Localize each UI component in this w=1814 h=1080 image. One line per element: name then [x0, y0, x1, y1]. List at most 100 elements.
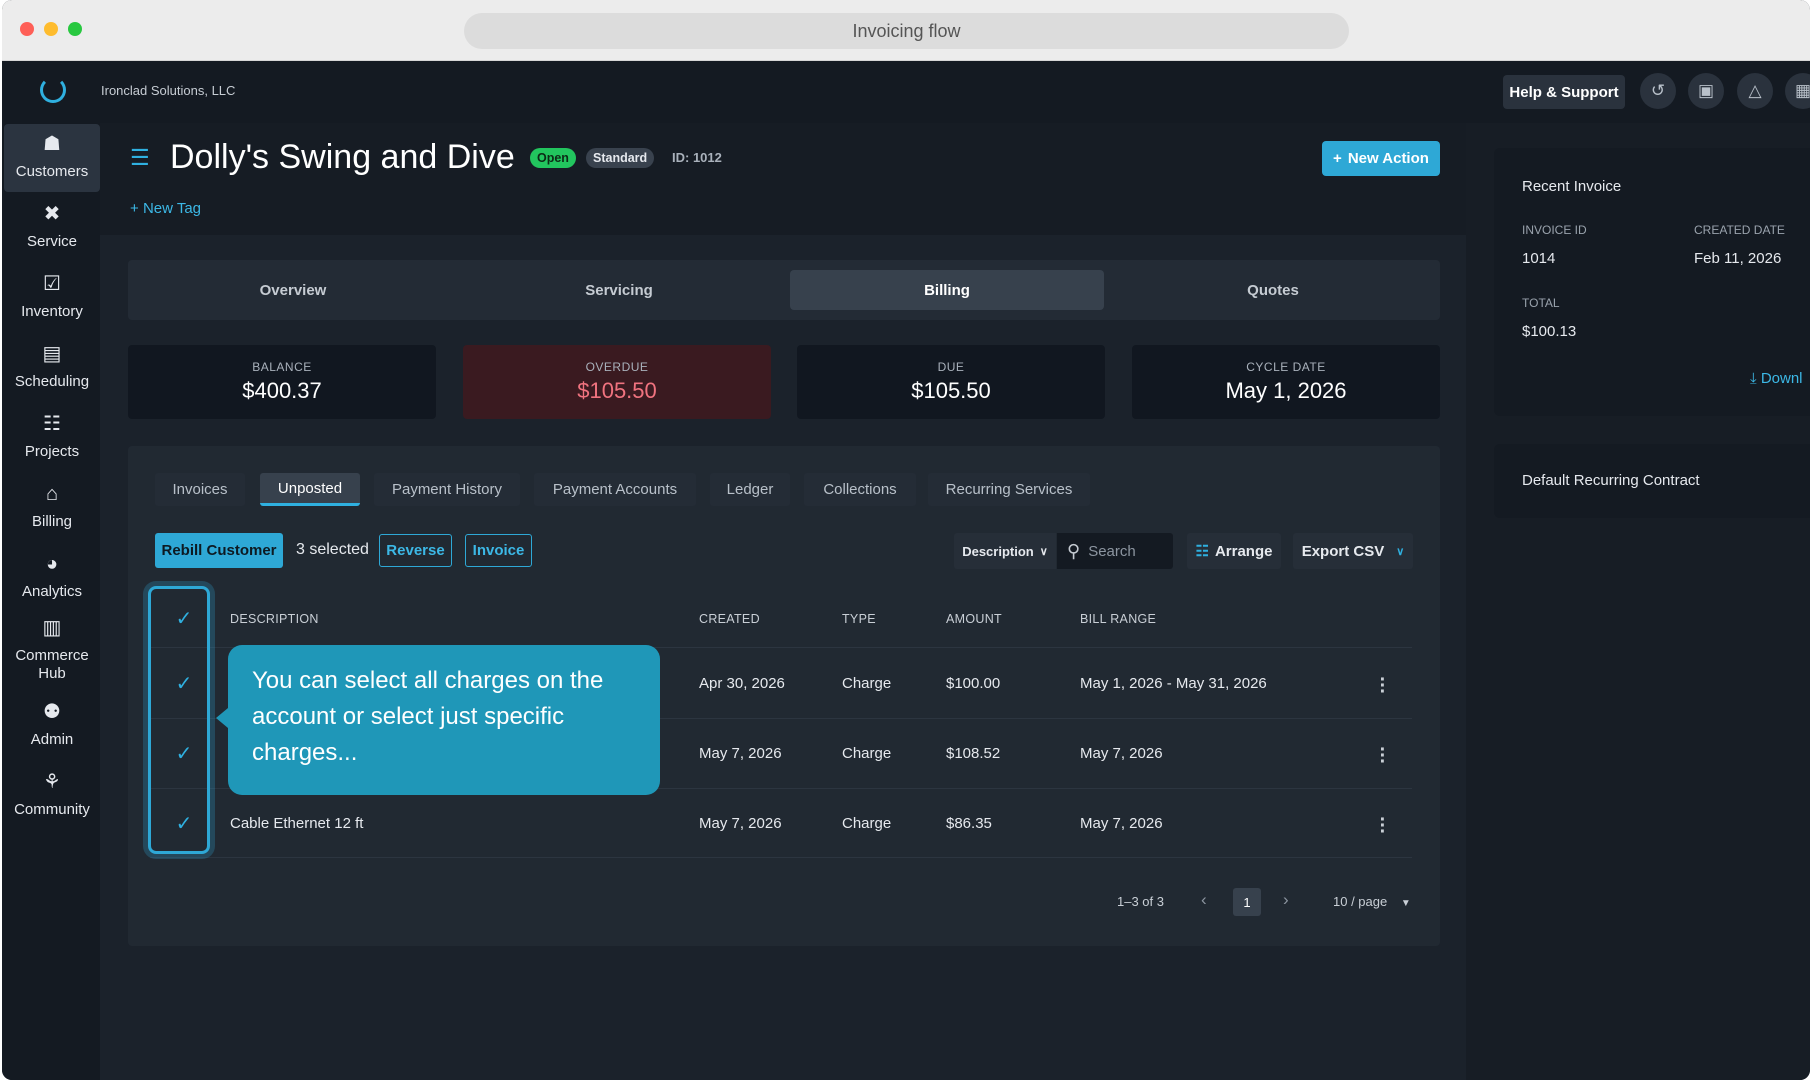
- column-header-bill-range[interactable]: BILL RANGE: [1080, 612, 1156, 626]
- total-label: TOTAL: [1522, 296, 1560, 310]
- subtab-invoices[interactable]: Invoices: [155, 473, 245, 506]
- clipboard-icon: ☑: [43, 273, 61, 295]
- sidebar-item-service[interactable]: ✖ Service: [4, 194, 100, 262]
- row-amount: $86.35: [946, 815, 992, 832]
- hierarchy-icon: ☷: [43, 413, 61, 435]
- tooltip-arrow: [216, 708, 228, 728]
- address-bar[interactable]: Invoicing flow: [464, 13, 1349, 49]
- balance-stat: BALANCE $400.37: [128, 345, 436, 419]
- row-amount: $108.52: [946, 745, 1001, 762]
- row-description: Cable Ethernet 12 ft: [230, 815, 364, 832]
- created-date-value: Feb 11, 2026: [1694, 250, 1782, 267]
- sidebar-item-label: Analytics: [21, 583, 83, 600]
- row-menu-icon[interactable]: · · ·: [1378, 810, 1388, 842]
- row-type: Charge: [842, 815, 892, 832]
- sidebar-item-projects[interactable]: ☷ Projects: [4, 404, 100, 472]
- sidebar-item-analytics[interactable]: ◕ Analytics: [4, 544, 100, 612]
- sidebar-item-label: Scheduling: [14, 373, 90, 390]
- sidebar-item-scheduling[interactable]: ▤ Scheduling: [4, 334, 100, 402]
- sidebar-item-inventory[interactable]: ☑ Inventory: [4, 264, 100, 332]
- app-topbar: Ironclad Solutions, LLC Help & Support: [2, 61, 1810, 123]
- row-type: Charge: [842, 745, 892, 762]
- subtab-recurring-services[interactable]: Recurring Services: [928, 473, 1090, 506]
- prev-page-icon[interactable]: ‹: [1201, 890, 1207, 910]
- arrange-button[interactable]: ☷ Arrange: [1187, 533, 1281, 569]
- select-all-checkbox[interactable]: ✓: [172, 606, 196, 630]
- calendar-icon: ▤: [42, 343, 62, 365]
- tab-quotes[interactable]: Quotes: [1110, 270, 1436, 310]
- row-checkbox[interactable]: ✓: [172, 741, 196, 765]
- close-window-button[interactable]: [20, 22, 34, 36]
- new-tag-button[interactable]: + New Tag: [130, 200, 201, 217]
- tab-servicing[interactable]: Servicing: [458, 270, 780, 310]
- store-icon: ▥: [42, 617, 62, 639]
- tab-billing[interactable]: Billing: [790, 270, 1104, 310]
- customers-icon: ☗: [43, 133, 61, 155]
- sidebar-item-commerce-hub[interactable]: ▥ Commerce Hub: [4, 612, 100, 690]
- calendar-icon[interactable]: ▣: [1688, 73, 1724, 109]
- app-window: Invoicing flow Ironclad Solutions, LLC H…: [2, 0, 1810, 1080]
- help-support-button[interactable]: Help & Support: [1503, 75, 1625, 109]
- walkthrough-tooltip: You can select all charges on the accoun…: [228, 645, 660, 795]
- cycle-date-stat: CYCLE DATE May 1, 2026: [1132, 345, 1440, 419]
- subtab-payment-history[interactable]: Payment History: [374, 473, 520, 506]
- app-logo-icon[interactable]: [40, 77, 66, 103]
- subtab-payment-accounts[interactable]: Payment Accounts: [534, 473, 696, 506]
- subtab-unposted[interactable]: Unposted: [260, 473, 360, 506]
- selected-count: 3 selected: [296, 541, 369, 558]
- sidebar-item-label: Inventory: [21, 303, 83, 320]
- sidebar-item-billing[interactable]: ⌂ Billing: [4, 474, 100, 542]
- row-bill-range: May 1, 2026 - May 31, 2026: [1080, 675, 1267, 692]
- next-page-icon[interactable]: ›: [1283, 890, 1289, 910]
- row-checkbox[interactable]: ✓: [172, 811, 196, 835]
- history-icon[interactable]: ↺: [1640, 73, 1676, 109]
- tab-overview[interactable]: Overview: [132, 270, 454, 310]
- maximize-window-button[interactable]: [68, 22, 82, 36]
- row-created: May 7, 2026: [699, 815, 782, 832]
- row-checkbox[interactable]: ✓: [172, 671, 196, 695]
- sidebar-item-label: Community: [14, 801, 90, 818]
- column-header-type[interactable]: TYPE: [842, 612, 876, 626]
- row-menu-icon[interactable]: · · ·: [1378, 740, 1388, 772]
- sidebar-item-customers[interactable]: ☗ Customers: [4, 124, 100, 192]
- sidebar-item-community[interactable]: ⚘ Community: [4, 762, 100, 830]
- rebill-customer-button[interactable]: Rebill Customer: [155, 533, 283, 568]
- table-divider: [150, 857, 1412, 858]
- bank-icon: ⌂: [45, 483, 59, 505]
- minimize-window-button[interactable]: [44, 22, 58, 36]
- sidebar-item-label: Commerce Hub: [15, 647, 89, 682]
- row-menu-icon[interactable]: · · ·: [1378, 670, 1388, 702]
- row-type: Charge: [842, 675, 892, 692]
- chevron-down-icon: ∨: [1396, 545, 1405, 558]
- reverse-button[interactable]: Reverse: [379, 534, 452, 567]
- search-input[interactable]: ⚲ Search: [1057, 533, 1173, 569]
- status-badge: Open: [530, 148, 576, 168]
- subtab-collections[interactable]: Collections: [804, 473, 916, 506]
- new-action-button[interactable]: + New Action: [1322, 141, 1440, 176]
- invoice-button[interactable]: Invoice: [465, 534, 532, 567]
- row-bill-range: May 7, 2026: [1080, 745, 1163, 762]
- tier-badge: Standard: [586, 148, 655, 168]
- admin-icon: ⚉: [43, 701, 61, 723]
- download-link[interactable]: ⤓ Downl: [1750, 370, 1810, 387]
- customer-name: Dolly's Swing and Dive: [170, 138, 515, 176]
- sidebar-item-admin[interactable]: ⚉ Admin: [4, 692, 100, 760]
- export-csv-button[interactable]: Export CSV ∨: [1293, 533, 1413, 569]
- sidebar-item-label: Customers: [15, 163, 89, 180]
- chevron-down-icon: ∨: [1039, 545, 1048, 558]
- column-header-description[interactable]: DESCRIPTION: [230, 612, 319, 626]
- invoice-id-value[interactable]: 1014: [1522, 250, 1555, 267]
- customer-id: ID: 1012: [672, 150, 722, 165]
- page-size-select[interactable]: 10 / page ▼: [1333, 894, 1411, 909]
- column-header-amount[interactable]: AMOUNT: [946, 612, 1002, 626]
- page-number-button[interactable]: 1: [1233, 888, 1261, 916]
- plus-icon: +: [130, 200, 143, 217]
- column-header-created[interactable]: CREATED: [699, 612, 760, 626]
- community-icon: ⚘: [43, 771, 61, 793]
- bell-icon[interactable]: △: [1737, 73, 1773, 109]
- subtab-ledger[interactable]: Ledger: [710, 473, 790, 506]
- filter-field-select[interactable]: Description ∨: [954, 533, 1056, 569]
- invoice-id-label: INVOICE ID: [1522, 223, 1587, 237]
- search-icon: ⚲: [1067, 540, 1081, 561]
- row-amount: $100.00: [946, 675, 1001, 692]
